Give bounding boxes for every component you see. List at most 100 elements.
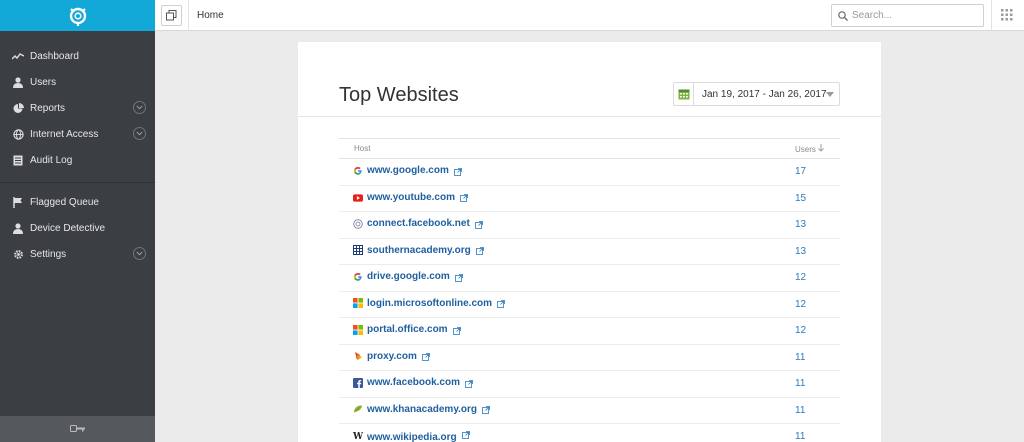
table-row: southernacademy.org 13	[339, 238, 840, 265]
calendar-icon	[674, 83, 694, 105]
google-favicon-icon	[353, 272, 363, 282]
sidebar-item-dashboard[interactable]: Dashboard	[0, 43, 155, 69]
sidebar-item-settings[interactable]: Settings	[0, 241, 155, 267]
host-link[interactable]: www.google.com	[353, 165, 449, 176]
sidebar-item-reports[interactable]: Reports	[0, 95, 155, 121]
host-cell: portal.office.com	[339, 317, 795, 345]
host-cell: login.microsoftonline.com	[339, 291, 795, 318]
sidebar-item-label: Reports	[30, 102, 66, 114]
key-icon	[69, 425, 85, 432]
sort-down-icon	[818, 143, 824, 152]
card-divider	[298, 116, 881, 117]
host-link[interactable]: portal.office.com	[353, 324, 448, 335]
external-link-icon[interactable]	[497, 300, 505, 308]
users-count-cell[interactable]: 13	[795, 211, 840, 239]
host-link[interactable]: www.facebook.com	[353, 377, 460, 388]
khan-favicon-icon	[353, 404, 363, 414]
date-range-picker[interactable]: Jan 19, 2017 - Jan 26, 2017	[673, 82, 840, 106]
host-link[interactable]: connect.facebook.net	[353, 218, 470, 229]
chevron-down-icon[interactable]	[133, 101, 146, 114]
host-link[interactable]: drive.google.com	[353, 271, 450, 282]
windows-icon	[166, 10, 177, 21]
host-name: portal.office.com	[367, 324, 448, 335]
external-link-icon[interactable]	[453, 167, 462, 176]
external-link-icon[interactable]	[475, 247, 484, 255]
chevron-down-icon[interactable]	[133, 127, 146, 140]
top-websites-table: Host Users www.google.com 17 www.youtube.c…	[339, 138, 840, 442]
microsoft-favicon-icon	[353, 324, 363, 335]
breadcrumb[interactable]: Home	[197, 10, 224, 21]
external-link-icon[interactable]	[482, 406, 490, 414]
nav-primary: Dashboard Users Reports Internet Access Audi…	[0, 31, 155, 173]
topbar-divider	[188, 0, 189, 31]
search-box[interactable]	[831, 4, 984, 27]
host-link[interactable]: www.youtube.com	[353, 192, 455, 203]
table-row: www.google.com 17	[339, 158, 840, 186]
external-link-icon[interactable]	[465, 379, 473, 388]
users-count-cell[interactable]: 11	[795, 344, 840, 371]
gear-icon	[12, 248, 24, 260]
host-link[interactable]: proxy.com	[353, 351, 417, 362]
microsoft-favicon-icon	[353, 298, 363, 308]
sidebar-item-users[interactable]: Users	[0, 69, 155, 95]
host-cell: www.youtube.com	[339, 185, 795, 212]
proxy-favicon-icon	[353, 351, 363, 361]
table-row: proxy.com 11	[339, 344, 840, 371]
users-count-cell[interactable]: 13	[795, 238, 840, 265]
host-cell: connect.facebook.net	[339, 211, 795, 239]
host-link[interactable]: login.microsoftonline.com	[353, 298, 492, 309]
apps-grid-icon[interactable]	[1001, 9, 1013, 21]
external-link-icon[interactable]	[452, 326, 461, 335]
table-row: login.microsoftonline.com 12	[339, 291, 840, 318]
host-name: proxy.com	[367, 350, 417, 362]
wikipedia-favicon-icon: W	[352, 432, 364, 442]
sidebar-collapse-button[interactable]	[0, 416, 155, 442]
external-link-icon[interactable]	[460, 193, 468, 202]
sidebar-item-internet-access[interactable]: Internet Access	[0, 121, 155, 147]
host-name: www.wikipedia.org	[367, 431, 457, 442]
users-count-cell[interactable]: 17	[795, 158, 840, 186]
sidebar-item-device-detective[interactable]: Device Detective	[0, 215, 155, 241]
host-name: www.google.com	[367, 165, 449, 176]
users-count-cell[interactable]: 12	[795, 317, 840, 345]
youtube-favicon-icon	[353, 193, 363, 203]
generic-favicon-icon	[353, 218, 363, 229]
trend-line-icon	[12, 50, 24, 62]
users-count-cell[interactable]: 11	[795, 397, 840, 424]
sidebar-item-flagged-queue[interactable]: Flagged Queue	[0, 189, 155, 215]
host-cell: www.facebook.com	[339, 370, 795, 398]
search-input[interactable]	[852, 10, 972, 21]
users-count-cell[interactable]: 11	[795, 370, 840, 398]
users-count-cell[interactable]: 12	[795, 291, 840, 318]
caret-down-icon	[826, 92, 834, 97]
table-row: www.youtube.com 15	[339, 185, 840, 212]
host-cell: southernacademy.org	[339, 238, 795, 265]
facebook-favicon-icon	[353, 377, 363, 388]
host-link[interactable]: Wwww.wikipedia.org	[353, 432, 457, 442]
external-link-icon[interactable]	[474, 220, 483, 229]
external-link-icon[interactable]	[461, 431, 470, 439]
host-name: drive.google.com	[367, 271, 450, 282]
chevron-down-icon[interactable]	[133, 247, 146, 260]
logo-bar[interactable]	[0, 0, 155, 31]
sidebar: Dashboard Users Reports Internet Access Audi…	[0, 0, 155, 442]
host-link[interactable]: www.khanacademy.org	[353, 404, 477, 415]
toggle-sidebar-button[interactable]	[161, 5, 182, 26]
users-column-header[interactable]: Users	[795, 138, 840, 159]
page-title: Top Websites	[339, 84, 459, 106]
users-count-cell[interactable]: 11	[795, 423, 840, 442]
table-row: drive.google.com 12	[339, 264, 840, 292]
users-count-cell[interactable]: 12	[795, 264, 840, 292]
sidebar-item-audit-log[interactable]: Audit Log	[0, 147, 155, 173]
sidebar-item-label: Internet Access	[30, 128, 99, 140]
host-name: southernacademy.org	[367, 244, 471, 256]
host-link[interactable]: southernacademy.org	[353, 245, 471, 256]
sidebar-item-label: Settings	[30, 248, 67, 260]
host-cell: www.google.com	[339, 158, 795, 186]
external-link-icon[interactable]	[454, 273, 463, 282]
globe-icon	[12, 128, 24, 140]
topbar-divider	[991, 0, 992, 31]
external-link-icon[interactable]	[421, 353, 430, 361]
users-count-cell[interactable]: 15	[795, 185, 840, 212]
host-header-label: Host	[354, 144, 371, 153]
